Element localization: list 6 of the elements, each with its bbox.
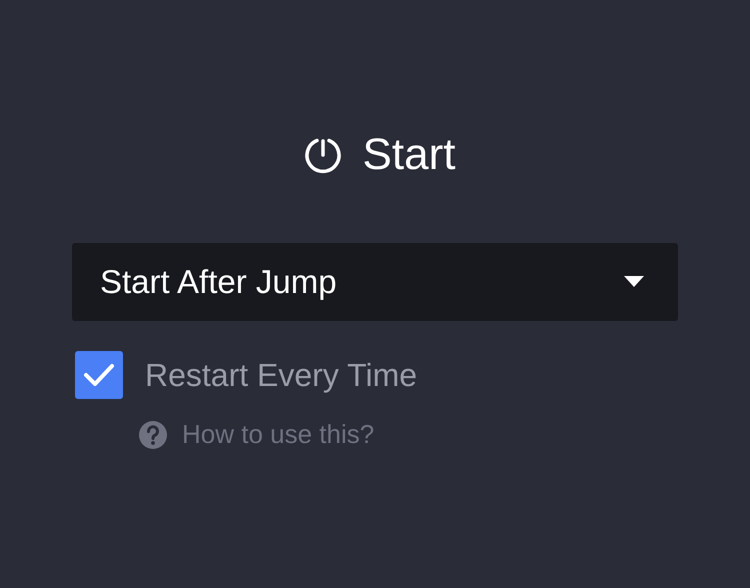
- checkbox-label: Restart Every Time: [145, 356, 418, 394]
- help-icon: [138, 420, 168, 450]
- checkbox[interactable]: [75, 351, 123, 399]
- panel-title: Start: [362, 129, 456, 181]
- caret-icon: [624, 276, 644, 288]
- dropdown[interactable]: Start After Jump: [72, 243, 678, 321]
